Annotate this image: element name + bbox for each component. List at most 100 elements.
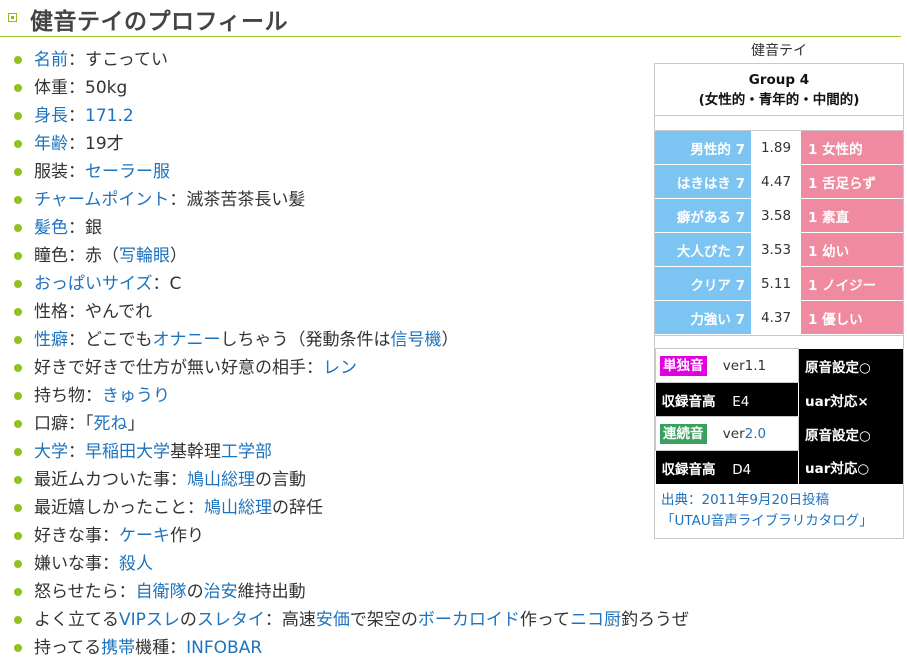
profile-item: 嫌いな事：殺人 — [14, 550, 744, 578]
separator: ： — [68, 246, 85, 266]
separator: ： — [306, 358, 323, 378]
profile-item: 持ってる携帯機種：INFOBAR — [14, 634, 744, 662]
axis-left-label: はきはき 7 — [655, 164, 751, 199]
profile-item: 口癖：「死ね」 — [14, 410, 744, 438]
source-line-1[interactable]: 出典：2011年9月20日投稿 — [661, 490, 897, 511]
single-uar: uar対応× — [798, 382, 903, 417]
bullet-icon — [14, 476, 22, 484]
bullet-icon — [14, 112, 22, 120]
profile-link[interactable]: 携帯 — [101, 638, 135, 658]
bullet-icon — [14, 168, 22, 176]
profile-value-link[interactable]: 写輪眼 — [119, 246, 170, 266]
profile-label-link[interactable]: チャームポイント — [34, 190, 169, 210]
single-row-2: 収録音高 E4 uar対応× — [655, 382, 903, 417]
profile-label-link[interactable]: 身長 — [34, 106, 68, 126]
axis-value: 3.58 — [751, 198, 801, 233]
toggle-box-icon[interactable] — [8, 13, 17, 22]
profile-value-link[interactable]: レン — [323, 358, 357, 378]
profile-label: 口癖 — [34, 414, 68, 434]
multi-version-link[interactable]: 2.0 — [745, 426, 766, 442]
profile-label-link[interactable]: 大学 — [34, 442, 68, 462]
bullet-icon — [14, 224, 22, 232]
profile-item: 最近ムカついた事：鳩山総理の言動 — [14, 466, 744, 494]
multi-setting: 原音設定○ — [798, 416, 903, 451]
profile-value-link[interactable]: ケーキ — [119, 526, 170, 546]
profile-label-link[interactable]: 髪色 — [34, 218, 68, 238]
profile-value-link[interactable]: 死ね — [94, 414, 128, 434]
profile-item: 瞳色：赤（写輪眼） — [14, 242, 744, 270]
profile-value-link[interactable]: セーラー服 — [85, 162, 170, 182]
separator: ： — [68, 162, 85, 182]
source-line-2[interactable]: 「UTAU音声ライブラリカタログ」 — [661, 511, 897, 532]
profile-item: 体重：50kg — [14, 74, 744, 102]
single-range: E4 — [732, 393, 750, 410]
voice-info-panel: 健音テイ Group 4 (女性的・青年的・中間的) 男性的 7 1.89 1 女性… — [654, 40, 904, 539]
profile-value-link[interactable]: 鳩山総理 — [187, 470, 255, 490]
profile-value-link[interactable]: 治安 — [204, 582, 238, 602]
profile-link[interactable]: ニコ厨 — [570, 610, 621, 630]
axis-right-label: 1 舌足らず — [801, 164, 903, 199]
separator: ： — [68, 50, 85, 70]
profile-value-link[interactable]: 信号機 — [391, 330, 442, 350]
profile-value-link[interactable]: 171.2 — [85, 106, 134, 126]
profile-label: 最近ムカついた事 — [34, 470, 170, 490]
profile-item: 名前：すこってい — [14, 46, 744, 74]
profile-value: 赤（ — [85, 246, 119, 266]
bullet-icon — [14, 196, 22, 204]
profile-text: 釣ろうぜ — [621, 610, 690, 630]
profile-link[interactable]: ボーカロイド — [418, 610, 520, 630]
separator: ： — [68, 218, 85, 238]
axis-left-label: 大人びた 7 — [655, 232, 751, 267]
profile-value-link[interactable]: 工学部 — [221, 442, 272, 462]
profile-link[interactable]: スレタイ — [197, 610, 265, 630]
voice-axes-table: 男性的 7 1.89 1 女性的 はきはき 7 4.47 1 舌足らず 癖がある 7 3.58… — [655, 131, 903, 335]
multi-range-cell: 収録音高 D4 — [655, 450, 799, 484]
profile-value-link[interactable]: オナニー — [153, 330, 221, 350]
profile-link[interactable]: スレ — [146, 610, 180, 630]
separator: ： — [102, 554, 119, 574]
multi-range-label: 収録音高 — [661, 461, 716, 478]
profile-value: C — [169, 274, 182, 294]
multi-version-prefix: ver — [722, 425, 745, 442]
bullet-icon — [14, 420, 22, 428]
profile-text: 機種： — [135, 638, 187, 658]
separator: ： — [169, 190, 187, 210]
profile-label-link[interactable]: 名前 — [34, 50, 68, 70]
profile-value: 50kg — [85, 78, 128, 98]
profile-item: 性癖：どこでもオナニーしちゃう（発動条件は信号機） — [14, 326, 744, 354]
profile-text: の — [179, 610, 197, 630]
group-header: Group 4 (女性的・青年的・中間的) — [655, 64, 903, 116]
profile-link[interactable]: 安価 — [316, 610, 350, 630]
profile-value: ） — [441, 330, 459, 350]
profile-label: 怒らせたら — [34, 582, 119, 602]
axis-left-label: 力強い 7 — [655, 300, 751, 335]
profile-value: の辞任 — [272, 498, 323, 518]
bullet-icon — [14, 392, 22, 400]
profile-label-link[interactable]: 性癖 — [34, 330, 68, 350]
bullet-icon — [14, 616, 22, 624]
spacer — [655, 116, 903, 131]
axis-left-label: クリア 7 — [655, 266, 751, 301]
profile-link[interactable]: INFOBAR — [186, 638, 262, 658]
profile-value-link[interactable]: 殺人 — [119, 554, 153, 574]
page-header: 健音テイのプロフィール — [0, 0, 901, 37]
profile-value-link[interactable]: 自衛隊 — [136, 582, 187, 602]
profile-item: 好きな事：ケーキ作り — [14, 522, 744, 550]
panel-frame: Group 4 (女性的・青年的・中間的) 男性的 7 1.89 1 女性的 はきはき… — [654, 63, 904, 539]
spacer — [655, 335, 903, 348]
profile-item: 最近嬉しかったこと：鳩山総理の辞任 — [14, 494, 744, 522]
profile-item: 年齢：19才 — [14, 130, 744, 158]
single-version: ver1.1 — [722, 357, 767, 374]
profile-label: 嫌いな事 — [34, 554, 102, 574]
profile-label-link[interactable]: おっぱいサイズ — [34, 274, 153, 294]
profile-value-link[interactable]: 鳩山総理 — [204, 498, 272, 518]
profile-label-link[interactable]: 年齢 — [34, 134, 68, 154]
profile-value-link[interactable]: きゅうり — [102, 386, 170, 406]
bullet-icon — [14, 364, 22, 372]
profile-value-link[interactable]: 早稲田大学 — [85, 442, 170, 462]
profile-text: ：高速 — [264, 610, 316, 630]
axis-right-label: 1 ノイジー — [801, 266, 903, 301]
axis-right-label: 1 女性的 — [801, 131, 903, 165]
axis-left-label: 男性的 7 — [655, 131, 751, 165]
profile-link[interactable]: VIP — [119, 610, 146, 630]
